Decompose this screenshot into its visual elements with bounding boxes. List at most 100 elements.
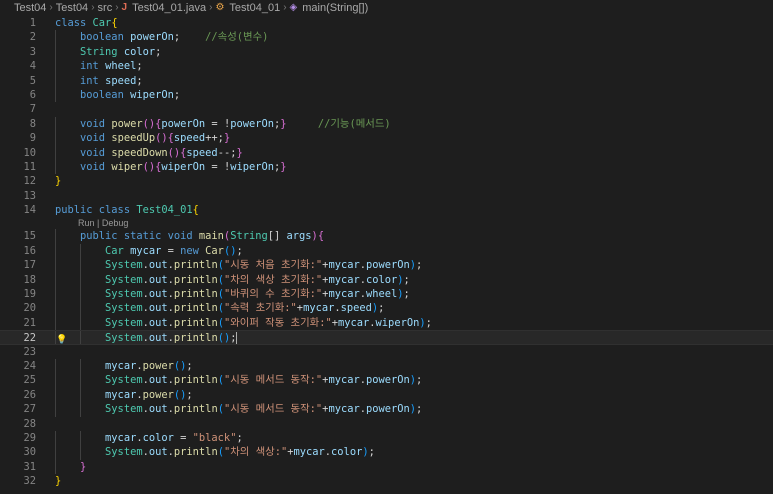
- line-number: 14: [23, 204, 36, 217]
- code-line[interactable]: 25 System.out.println("시동 메서드 동작:"+mycar…: [0, 373, 773, 388]
- indent-guide: [80, 402, 82, 417]
- code-line[interactable]: 8 void power(){powerOn = !powerOn;} //기능…: [0, 116, 773, 132]
- code-line[interactable]: 28: [0, 417, 773, 431]
- code-token: println: [173, 374, 218, 387]
- code-line[interactable]: 27 System.out.println("시동 메서드 동작:"+mycar…: [0, 402, 773, 417]
- code-token: out: [148, 332, 168, 345]
- code-token: color: [123, 45, 156, 58]
- code-text: mycar.power();: [55, 388, 193, 402]
- code-line[interactable]: 24 mycar.power();: [0, 358, 773, 374]
- code-token: powerOn: [365, 259, 410, 272]
- code-token: out: [148, 403, 168, 416]
- code-token: System: [105, 302, 143, 315]
- code-line[interactable]: 4 int wheel;: [0, 59, 773, 74]
- code-line[interactable]: 21 System.out.println("와이퍼 작동 초기화:"+myca…: [0, 315, 773, 331]
- line-number: 32: [23, 475, 36, 488]
- indent-guide: [80, 430, 82, 446]
- code-token: ;: [425, 316, 432, 329]
- code-line[interactable]: 22 💡 System.out.println();: [0, 330, 773, 345]
- code-token: wiper: [111, 160, 143, 173]
- code-line[interactable]: 23: [0, 345, 773, 359]
- code-line[interactable]: 7: [0, 102, 773, 116]
- code-token: println: [173, 446, 218, 459]
- code-token: wiperOn: [375, 316, 420, 329]
- indent-guide: [80, 287, 82, 302]
- code-token: Car: [205, 244, 224, 257]
- indent-guide: [80, 373, 82, 388]
- code-line[interactable]: 18 System.out.println("차의 색상 초기화:"+mycar…: [0, 272, 773, 288]
- indent-guide: [55, 131, 56, 146]
- code-token: ;: [136, 60, 143, 73]
- code-line[interactable]: 2 boolean powerOn; //속성(변수): [0, 30, 773, 45]
- code-line[interactable]: 11 void wiper(){wiperOn = !wiperOn;}: [0, 159, 773, 175]
- code-text: System.out.println("속력 초기화:"+mycar.speed…: [55, 301, 384, 315]
- breadcrumb-item-src[interactable]: src: [98, 0, 113, 16]
- line-number: 20: [23, 302, 36, 315]
- breadcrumb-item-folder[interactable]: Test04: [56, 0, 88, 16]
- code-line[interactable]: 6 boolean wiperOn;: [0, 87, 773, 103]
- code-token: Car: [92, 17, 112, 29]
- code-token: void: [80, 132, 112, 145]
- text-cursor: [236, 332, 238, 345]
- code-token: Car: [105, 244, 131, 257]
- code-line[interactable]: 15 public static void main(String[] args…: [0, 229, 773, 244]
- code-token: main: [198, 230, 224, 243]
- code-text: class Car{: [55, 16, 118, 30]
- code-text: String color;: [55, 45, 161, 59]
- indent-guide: [80, 272, 82, 288]
- code-token: (): [173, 388, 187, 401]
- code-line[interactable]: 10 void speedDown(){speed--;}: [0, 145, 773, 160]
- code-token: out: [148, 302, 168, 315]
- code-token: ;: [403, 273, 410, 286]
- code-line[interactable]: 19 System.out.println("바퀴의 수 초기화:"+mycar…: [0, 287, 773, 302]
- code-token: =: [173, 431, 193, 444]
- code-editor[interactable]: 1 class Car{2 boolean powerOn; //속성(변수) 3 …: [0, 16, 773, 489]
- code-line[interactable]: 29 mycar.color = "black";: [0, 430, 773, 446]
- breadcrumb-item-file[interactable]: Test04_01.java: [132, 0, 206, 16]
- code-text: }: [55, 460, 86, 474]
- code-line[interactable]: 1 class Car{: [0, 16, 773, 30]
- indent-guide: [80, 331, 82, 344]
- breadcrumb-item-class[interactable]: Test04_01: [229, 0, 280, 16]
- code-token: public static void: [80, 230, 199, 243]
- class-icon: ⚙: [215, 2, 225, 13]
- code-text: System.out.println("차의 색상:"+mycar.color)…: [55, 445, 375, 459]
- code-token: println: [173, 316, 218, 329]
- code-line[interactable]: 32}: [0, 474, 773, 488]
- line-number: 9: [29, 132, 36, 145]
- code-line[interactable]: 13: [0, 189, 773, 203]
- codelens-run-debug[interactable]: Run | Debug: [0, 217, 773, 229]
- indent-guide: [55, 445, 56, 460]
- code-token: color: [331, 446, 363, 459]
- line-number: 10: [23, 146, 36, 159]
- code-line[interactable]: 3 String color;: [0, 44, 773, 60]
- indent-guide: [80, 387, 82, 403]
- java-file-icon: J: [121, 2, 128, 13]
- code-line[interactable]: 31 }: [0, 459, 773, 475]
- code-line[interactable]: 30 System.out.println("차의 색상:"+mycar.col…: [0, 445, 773, 460]
- breadcrumb-item-method[interactable]: main(String[]): [302, 0, 368, 16]
- code-text: System.out.println();: [55, 331, 238, 345]
- code-token: System: [105, 446, 143, 459]
- code-token: color: [365, 273, 398, 286]
- code-line[interactable]: 9 void speedUp(){speed++;}: [0, 131, 773, 146]
- code-token: wheel: [365, 288, 398, 301]
- code-token: speedUp: [111, 132, 156, 145]
- code-line[interactable]: 12}: [0, 174, 773, 188]
- indent-guide: [55, 301, 56, 316]
- code-token: =: [161, 244, 181, 257]
- breadcrumb-item-project[interactable]: Test04: [14, 0, 46, 16]
- indent-guide: [80, 445, 82, 460]
- code-line[interactable]: 14 public class Test04_01{: [0, 203, 773, 217]
- code-token: }: [55, 175, 62, 188]
- code-line[interactable]: 17 System.out.println("시동 처음 초기화:"+mycar…: [0, 258, 773, 273]
- code-line[interactable]: 20 System.out.println("속력 초기화:"+mycar.sp…: [0, 301, 773, 316]
- code-line[interactable]: 16 Car mycar = new Car();: [0, 243, 773, 259]
- code-token: ;: [173, 88, 181, 101]
- code-token: mycar: [328, 273, 360, 286]
- code-line[interactable]: 26 mycar.power();: [0, 387, 773, 403]
- code-line[interactable]: 5 int speed;: [0, 73, 773, 88]
